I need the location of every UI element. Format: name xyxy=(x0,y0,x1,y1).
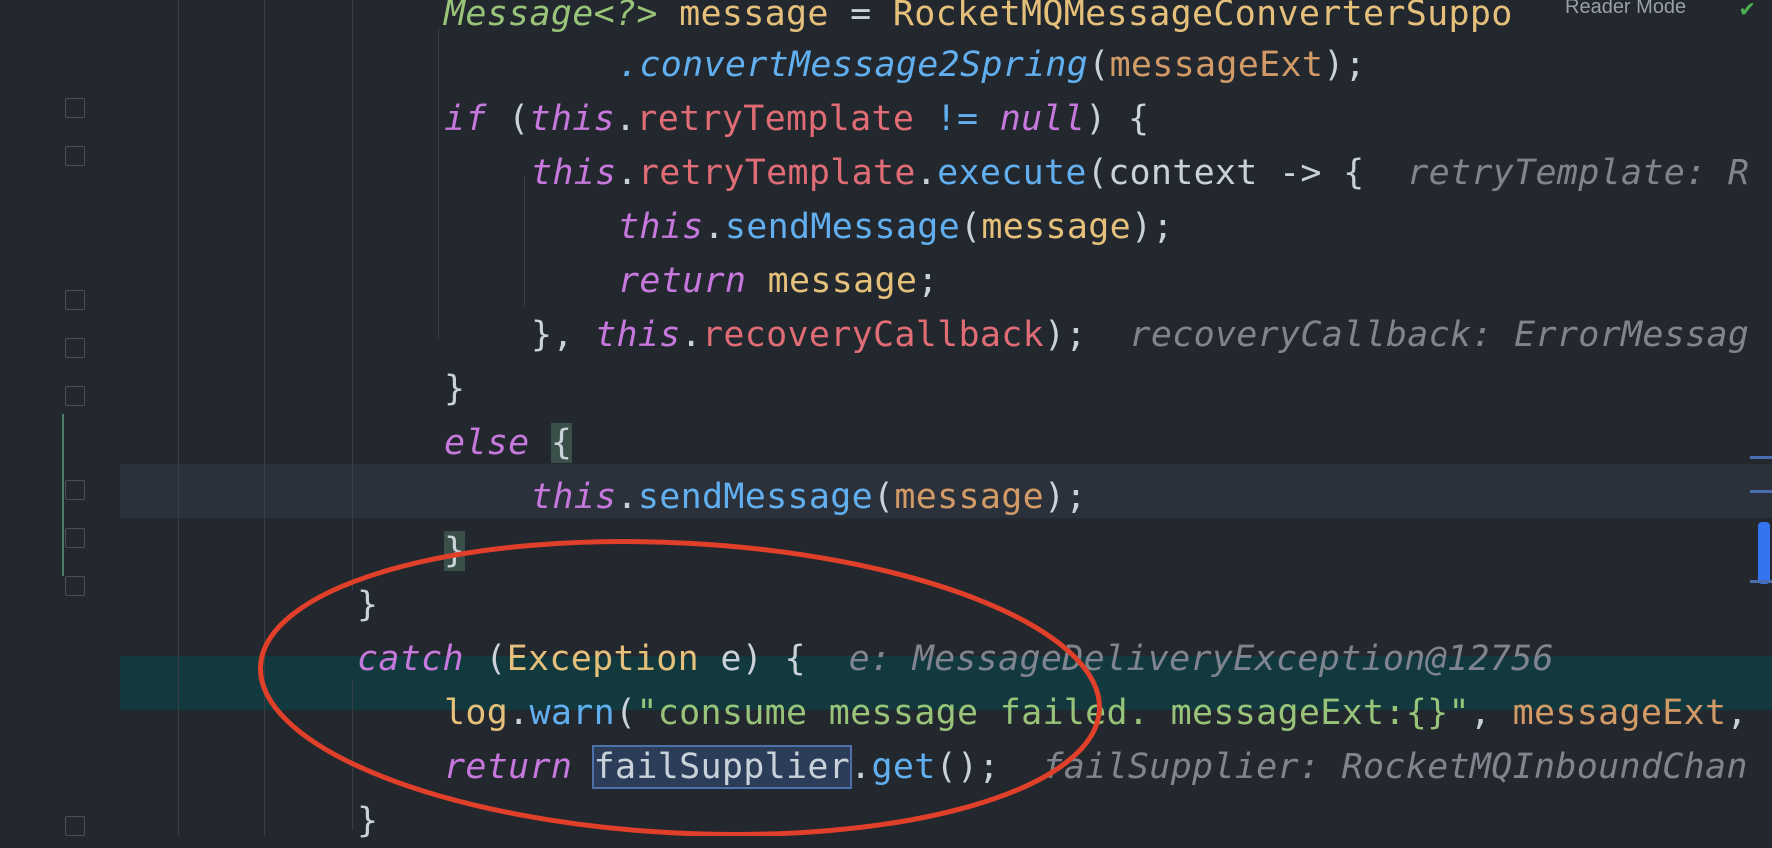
token: Message<?> xyxy=(444,0,658,34)
code-line[interactable]: log.warn("consume message failed. messag… xyxy=(444,686,1772,740)
token: messageExt xyxy=(1512,693,1727,733)
token: message xyxy=(767,261,918,301)
code-line[interactable]: } xyxy=(357,794,1772,848)
indent-guide xyxy=(352,680,353,830)
token: this xyxy=(531,153,617,193)
code-line[interactable]: this.sendMessage(message); xyxy=(618,200,1772,254)
token: message xyxy=(894,477,1044,517)
token: Exception xyxy=(506,639,699,679)
token: execute xyxy=(937,153,1087,193)
fold-icon[interactable] xyxy=(65,290,85,310)
token: warn xyxy=(529,693,615,733)
indent-guide xyxy=(352,0,353,590)
code-line[interactable]: if (this.retryTemplate != null) { xyxy=(444,92,1772,146)
change-marker[interactable] xyxy=(62,414,64,576)
token: get xyxy=(871,747,936,787)
token: else xyxy=(444,423,530,463)
scroll-marker[interactable] xyxy=(1750,490,1772,493)
token: .convertMessage2Spring xyxy=(618,45,1089,85)
scroll-marker[interactable] xyxy=(1750,456,1772,459)
token: context xyxy=(1108,153,1258,193)
selected-identifier[interactable]: failSupplier xyxy=(591,745,853,789)
inlay-hint: failSupplier: RocketMQInboundChan xyxy=(1042,747,1748,787)
code-line[interactable]: else { xyxy=(444,416,1772,470)
token: if xyxy=(444,99,487,139)
fold-icon[interactable] xyxy=(65,480,85,500)
token: "consume message failed. messageExt:{}" xyxy=(636,693,1470,733)
fold-icon[interactable] xyxy=(65,146,85,166)
token: recoveryCallback xyxy=(702,315,1044,355)
token: log xyxy=(444,693,509,733)
fold-icon[interactable] xyxy=(65,816,85,836)
code-line[interactable]: }, this.recoveryCallback); recoveryCallb… xyxy=(531,308,1772,362)
token: this xyxy=(529,99,615,139)
indent-guide xyxy=(524,176,525,306)
fold-icon[interactable] xyxy=(65,98,85,118)
fold-icon[interactable] xyxy=(65,576,85,596)
editor-gutter[interactable] xyxy=(0,0,120,836)
token: sendMessage xyxy=(637,477,873,517)
token: sendMessage xyxy=(724,207,960,247)
token: e xyxy=(720,639,742,679)
code-line[interactable]: this.retryTemplate.execute(context -> { … xyxy=(531,146,1772,200)
indent-guide xyxy=(438,28,439,338)
fold-icon[interactable] xyxy=(65,338,85,358)
indent-guide xyxy=(264,0,265,836)
code-line[interactable]: return message; xyxy=(618,254,1772,308)
token: retryTemplate xyxy=(636,99,915,139)
reader-mode-button[interactable]: Reader Mode xyxy=(1565,0,1686,19)
token: return xyxy=(618,261,747,301)
code-line[interactable]: return failSupplier.get(); failSupplier:… xyxy=(444,740,1772,794)
token: message xyxy=(679,0,829,34)
check-icon[interactable]: ✔ xyxy=(1740,0,1754,22)
code-line[interactable]: } xyxy=(444,362,1772,416)
token: this xyxy=(531,477,617,517)
code-line[interactable]: catch (Exception e) { e: MessageDelivery… xyxy=(357,632,1772,686)
token: catch xyxy=(357,639,464,679)
code-line[interactable]: } xyxy=(444,524,1772,578)
fold-icon[interactable] xyxy=(65,386,85,406)
scrollbar-thumb[interactable] xyxy=(1758,522,1770,584)
code-line[interactable]: } xyxy=(357,578,1772,632)
code-line[interactable]: .convertMessage2Spring(messageExt); xyxy=(618,38,1772,92)
token: null xyxy=(999,99,1086,139)
token: != xyxy=(935,99,979,139)
token: this xyxy=(618,207,704,247)
token: retryTemplate xyxy=(637,153,916,193)
token: messageExt xyxy=(1109,45,1324,85)
token: = xyxy=(850,0,872,34)
token: return xyxy=(444,747,573,787)
inlay-hint: retryTemplate: R xyxy=(1407,153,1750,193)
indent-guide xyxy=(178,0,179,836)
code-editor[interactable]: Message<?> message = RocketMQMessageConv… xyxy=(0,0,1772,841)
token: message xyxy=(981,207,1131,247)
code-line[interactable]: this.sendMessage(message); xyxy=(531,470,1772,524)
scroll-marker[interactable] xyxy=(1750,580,1772,583)
token: RocketMQMessageConverterSuppo xyxy=(892,0,1513,34)
inlay-hint: recoveryCallback: ErrorMessag xyxy=(1129,315,1750,355)
fold-icon[interactable] xyxy=(65,528,85,548)
inlay-hint: e: MessageDeliveryException@12756 xyxy=(848,639,1554,679)
token: this xyxy=(595,315,681,355)
